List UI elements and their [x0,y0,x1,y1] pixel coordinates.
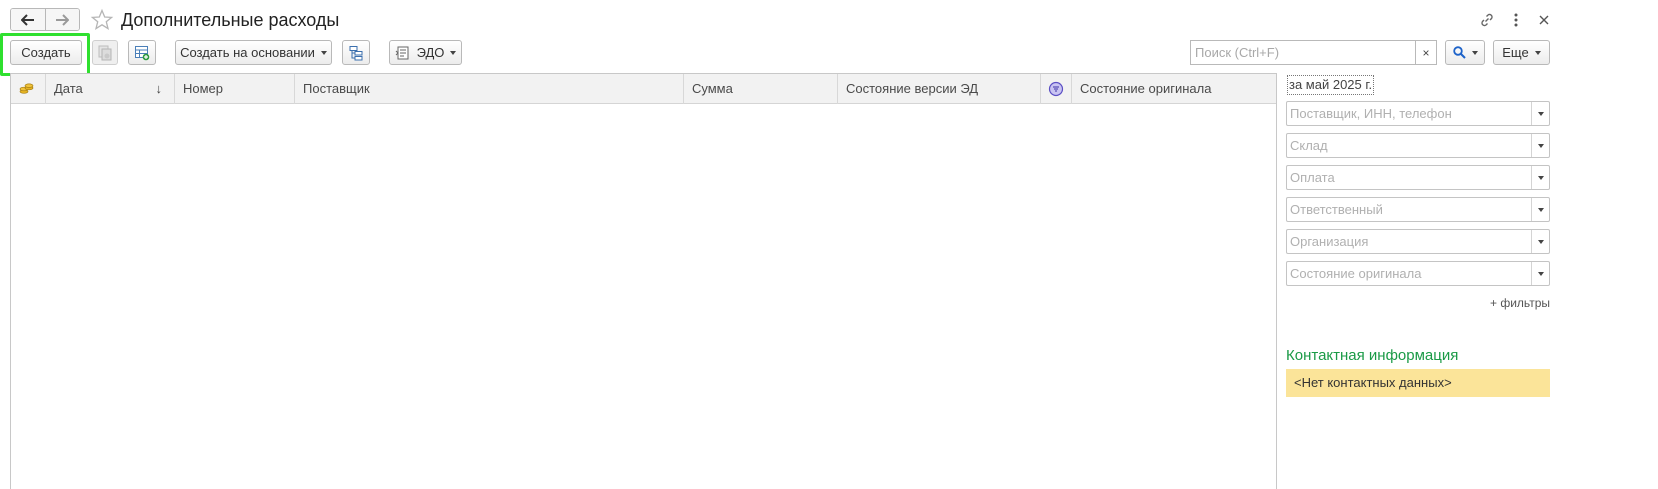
organization-filter[interactable]: Организация [1286,229,1550,254]
column-header-supplier-label: Поставщик [303,81,370,96]
close-icon [1539,15,1549,25]
chevron-down-icon [1537,111,1544,116]
coins-icon [19,83,34,94]
column-header-date-label: Дата [54,81,83,96]
chevron-down-icon [1537,207,1544,212]
hierarchy-icon [349,45,363,60]
back-button[interactable] [11,9,45,30]
period-selector[interactable]: за май 2025 г. [1287,75,1375,95]
chevron-down-icon [1537,271,1544,276]
create-button-label: Создать [21,45,71,60]
responsible-filter-placeholder: Ответственный [1290,202,1383,217]
clear-icon: × [1422,45,1430,60]
edo-icon [395,46,409,59]
column-header-original-state-label: Состояние оригинала [1080,81,1212,96]
warehouse-filter-dropdown[interactable] [1531,134,1549,157]
chevron-down-icon [450,50,457,55]
column-header-amount[interactable]: Сумма [684,74,838,104]
original-state-filter-dropdown[interactable] [1531,262,1549,285]
forward-arrow-icon [56,13,70,26]
page-title: Дополнительные расходы [121,10,340,30]
column-header-ed-version-state-label: Состояние версии ЭД [846,81,979,96]
star-icon[interactable] [90,8,114,32]
forward-button[interactable] [44,9,79,30]
search-input[interactable] [1191,41,1415,64]
search-button[interactable] [1445,40,1485,65]
column-header-ed-version-state[interactable]: Состояние версии ЭД [838,74,1041,104]
organization-filter-placeholder: Организация [1290,234,1369,249]
column-header-filter-icon[interactable] [1041,74,1072,104]
warehouse-filter-placeholder: Склад [1290,138,1328,153]
original-state-filter-placeholder: Состояние оригинала [1290,266,1422,281]
payment-filter-dropdown[interactable] [1531,166,1549,189]
edo-label: ЭДО [416,45,445,60]
copy-document-icon [98,45,112,60]
structure-button[interactable] [342,40,370,65]
supplier-filter-dropdown[interactable] [1531,102,1549,125]
organization-filter-dropdown[interactable] [1531,230,1549,253]
column-header-date[interactable]: Дата ↓ [46,74,175,104]
table-add-icon [135,45,150,60]
payment-filter[interactable]: Оплата [1286,165,1550,190]
chevron-down-icon [1471,50,1478,55]
column-header-icon[interactable] [11,74,46,104]
chevron-down-icon [1537,175,1544,180]
documents-table: Дата ↓ Номер Поставщик Сумма Состояние в… [10,73,1277,489]
supplier-filter-placeholder: Поставщик, ИНН, телефон [1290,106,1452,121]
link-button[interactable] [1477,10,1497,30]
more-vertical-icon [1514,13,1518,27]
supplier-filter[interactable]: Поставщик, ИНН, телефон [1286,101,1550,126]
contact-info-title: Контактная информация [1286,347,1459,364]
responsible-filter[interactable]: Ответственный [1286,197,1550,222]
column-header-amount-label: Сумма [692,81,733,96]
back-arrow-icon [20,13,34,26]
create-based-on-button[interactable]: Создать на основании [175,40,332,65]
navigation-buttons [10,8,80,31]
more-actions-button[interactable] [1506,10,1526,30]
original-state-filter[interactable]: Состояние оригинала [1286,261,1550,286]
column-header-number[interactable]: Номер [175,74,295,104]
chevron-down-icon [1534,50,1541,55]
add-filters-link[interactable]: + фильтры [1490,296,1550,310]
table-header: Дата ↓ Номер Поставщик Сумма Состояние в… [11,74,1276,104]
search-icon [1452,46,1466,59]
contact-info-value: <Нет контактных данных> [1286,369,1550,397]
close-button[interactable] [1534,10,1554,30]
more-button[interactable]: Еще [1493,40,1550,65]
create-button[interactable]: Создать [10,40,82,65]
warehouse-filter[interactable]: Склад [1286,133,1550,158]
search-clear-button[interactable]: × [1415,41,1436,64]
link-icon [1481,13,1493,27]
more-label: Еще [1502,45,1529,60]
chevron-down-icon [1537,143,1544,148]
column-header-number-label: Номер [183,81,224,96]
search-field: × [1190,40,1437,65]
chevron-down-icon [320,50,327,55]
create-based-on-label: Создать на основании [180,45,315,60]
column-header-supplier[interactable]: Поставщик [295,74,684,104]
edo-button[interactable]: ЭДО [389,40,462,65]
filter-circle-icon [1048,81,1064,97]
responsible-filter-dropdown[interactable] [1531,198,1549,221]
chevron-down-icon [1537,239,1544,244]
payment-filter-placeholder: Оплата [1290,170,1335,185]
add-from-table-button[interactable] [128,40,156,65]
copy-button[interactable] [92,40,118,65]
column-header-original-state[interactable]: Состояние оригинала [1072,74,1277,104]
sort-desc-icon: ↓ [155,81,163,96]
